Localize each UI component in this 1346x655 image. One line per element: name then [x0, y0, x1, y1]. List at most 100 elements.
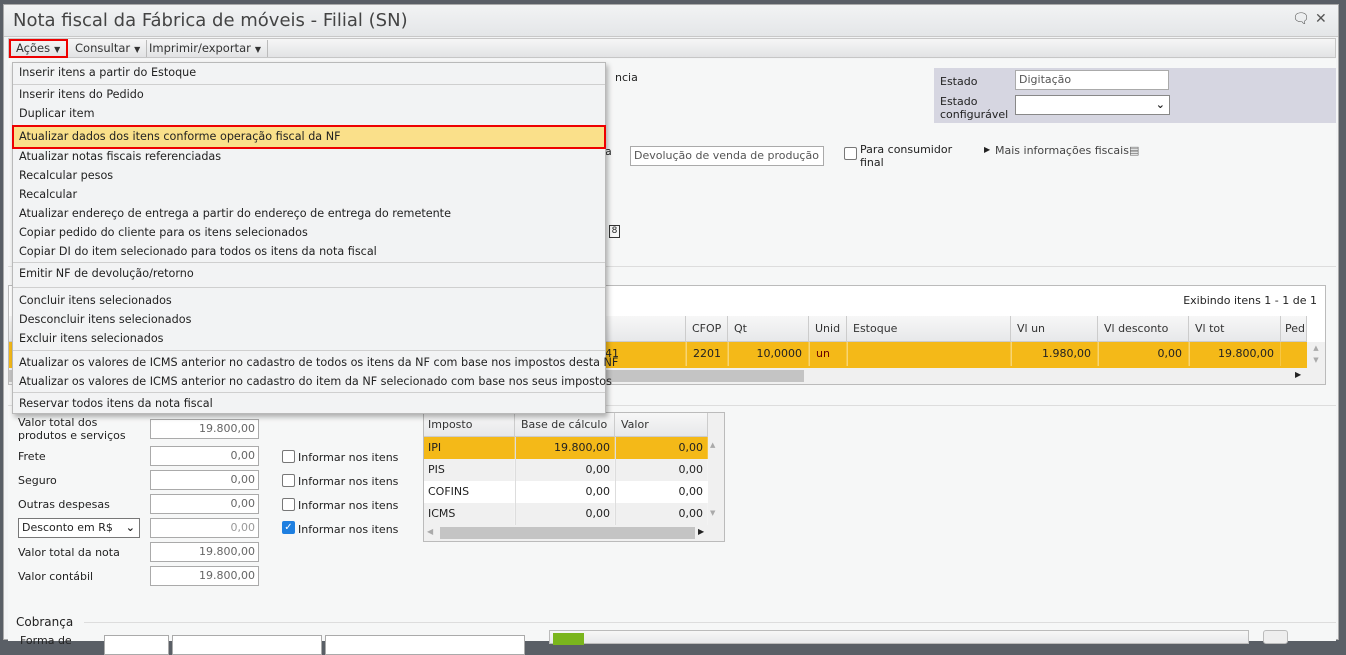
caret-down-icon: ▼ [254, 45, 261, 54]
chevron-down-icon: ⌄ [1155, 98, 1165, 111]
menu-item[interactable]: Atualizar os valores de ICMS anterior no… [13, 354, 618, 373]
outras-despesas-field[interactable]: 0,00 [150, 494, 259, 514]
scrollbar-thumb[interactable] [440, 527, 695, 539]
tax-cell: 0,00 [515, 481, 615, 503]
tax-cell: 0,00 [615, 437, 708, 459]
valor-contabil-field: 19.800,00 [150, 566, 259, 586]
scroll-down-icon[interactable]: ▼ [710, 509, 715, 517]
column-header-cfop[interactable]: CFOP [686, 316, 728, 342]
menu-item[interactable]: Copiar DI do item selecionado para todos… [13, 243, 605, 262]
estado-label: Estado [940, 75, 978, 88]
calendar-icon[interactable]: 8 [609, 225, 620, 238]
tax-grid: Imposto Base de cálculo Valor IPI 19.800,… [423, 412, 725, 542]
column-header-valor[interactable]: Valor [615, 413, 708, 437]
tax-cell: 0,00 [515, 459, 615, 481]
menu-label: Ações [16, 41, 51, 55]
tax-cell: ICMS [424, 503, 515, 525]
column-header-pedido[interactable]: Pedi [1281, 316, 1307, 342]
menu-item[interactable]: Concluir itens selecionados [13, 292, 605, 311]
informar-outras-checkbox[interactable] [282, 498, 295, 511]
scroll-up-icon[interactable]: ▲ [710, 441, 715, 449]
settings-button[interactable] [1263, 630, 1288, 644]
consumer-final-label: Para consumidor final [860, 143, 953, 169]
window-title: Nota fiscal da Fábrica de móveis - Filia… [13, 10, 408, 31]
cobranca-grid-header [549, 630, 1249, 645]
desconto-field[interactable]: 0,00 [150, 518, 259, 538]
seguro-label: Seguro [18, 474, 57, 487]
estado-configuravel-select[interactable]: ⌄ [1015, 95, 1170, 115]
column-header-vl-un[interactable]: Vl un [1011, 316, 1098, 342]
menu-item[interactable]: Atualizar dados dos itens conforme opera… [12, 125, 606, 149]
menu-item[interactable]: Atualizar endereço de entrega a partir d… [13, 205, 605, 224]
seguro-field[interactable]: 0,00 [150, 470, 259, 490]
scroll-right-icon[interactable]: ▶ [698, 527, 704, 536]
tax-row[interactable]: PIS 0,00 0,00 [424, 459, 708, 481]
select-value: Desconto em R$ [22, 521, 113, 534]
close-icon[interactable]: ✕ [1315, 11, 1327, 27]
estado-field[interactable]: Digitação [1015, 70, 1169, 90]
horizontal-scrollbar[interactable]: ◀ ▶ [424, 525, 724, 541]
column-header-qt[interactable]: Qt [728, 316, 809, 342]
tax-cell: PIS [424, 459, 515, 481]
menu-item[interactable]: Reservar todos itens da nota fiscal [13, 395, 605, 414]
tax-row[interactable]: ICMS 0,00 0,00 [424, 503, 708, 525]
operation-field[interactable]: Devolução de venda de produção d [630, 146, 824, 166]
informar-seguro-checkbox[interactable] [282, 474, 295, 487]
cell-vl-un: 1.980,00 [1011, 342, 1098, 366]
vertical-scrollbar[interactable]: ▲ ▼ [1307, 342, 1325, 368]
menu-item[interactable]: Recalcular pesos [13, 167, 605, 186]
caret-down-icon: ▼ [134, 45, 141, 54]
informar-frete-checkbox[interactable] [282, 450, 295, 463]
paging-info: Exibindo itens 1 - 1 de 1 [1183, 294, 1317, 307]
menu-item[interactable]: Emitir NF de devolução/retorno [13, 265, 605, 284]
comment-icon[interactable]: 🗨 [1292, 11, 1310, 27]
cobranca-field[interactable] [325, 635, 525, 655]
cobranca-field[interactable] [172, 635, 322, 655]
window: Nota fiscal da Fábrica de móveis - Filia… [3, 4, 1339, 655]
frete-field[interactable]: 0,00 [150, 446, 259, 466]
cobranca-title: Cobrança [16, 615, 74, 629]
tax-row[interactable]: COFINS 0,00 0,00 [424, 481, 708, 503]
more-fiscal-info-link[interactable]: Mais informações fiscais [995, 144, 1129, 157]
desconto-type-select[interactable]: Desconto em R$ ⌄ [18, 518, 140, 538]
cell-qt: 10,0000 [728, 342, 809, 366]
caret-right-icon: ▶ [984, 145, 991, 154]
tax-cell: IPI [424, 437, 515, 459]
tax-cell: 0,00 [615, 503, 708, 525]
menu-item[interactable]: Atualizar notas fiscais referenciadas [13, 148, 605, 167]
cobranca-field[interactable] [104, 635, 169, 655]
column-header-estoque[interactable]: Estoque [847, 316, 1011, 342]
menu-item[interactable]: Duplicar item [13, 105, 605, 124]
menu-item[interactable]: Inserir itens do Pedido [13, 86, 605, 105]
menu-consultar[interactable]: Consultar ▼ [69, 40, 148, 57]
informar-desconto-checkbox[interactable]: ✓ [282, 521, 295, 534]
menu-bar: Ações ▼ Consultar ▼ Imprimir/exportar ▼ [8, 38, 1336, 58]
column-header-vl-desconto[interactable]: Vl desconto [1098, 316, 1189, 342]
cell-vl-tot: 19.800,00 [1189, 342, 1281, 366]
forma-label: Forma de [20, 634, 72, 647]
total-nota-label: Valor total da nota [18, 546, 120, 559]
column-header-base[interactable]: Base de cálculo [515, 413, 615, 437]
scroll-left-icon[interactable]: ◀ [427, 527, 433, 536]
consumer-final-checkbox[interactable] [844, 147, 857, 160]
menu-item[interactable]: Inserir itens a partir do Estoque [13, 64, 605, 83]
menu-item[interactable]: Copiar pedido do cliente para os itens s… [13, 224, 605, 243]
menu-item[interactable]: Atualizar os valores de ICMS anterior no… [13, 373, 612, 392]
scroll-right-icon[interactable]: ▶ [1295, 370, 1301, 379]
document-icon: ▤ [1129, 144, 1140, 157]
menu-item[interactable]: Desconcluir itens selecionados [13, 311, 605, 330]
column-header-vl-tot[interactable]: Vl tot [1189, 316, 1281, 342]
menu-item[interactable]: Excluir itens selecionados [13, 330, 605, 349]
menu-imprimir-exportar[interactable]: Imprimir/exportar ▼ [143, 40, 268, 57]
column-header-unid[interactable]: Unid [809, 316, 847, 342]
menu-item[interactable]: Recalcular [13, 186, 605, 205]
total-nota-field: 19.800,00 [150, 542, 259, 562]
column-header-imposto[interactable]: Imposto [424, 413, 515, 437]
tax-row[interactable]: IPI 19.800,00 0,00 [424, 437, 708, 459]
frete-label: Frete [18, 450, 46, 463]
tax-cell: 0,00 [515, 503, 615, 525]
menu-acoes[interactable]: Ações ▼ [8, 39, 69, 58]
menu-separator [13, 392, 605, 393]
add-button[interactable] [553, 633, 584, 645]
informar-label: Informar nos itens [298, 523, 399, 536]
